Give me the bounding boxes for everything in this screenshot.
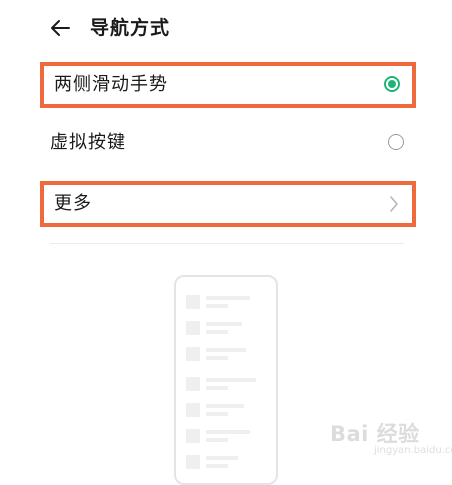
option-two-side-swipe[interactable]: 两侧滑动手势 xyxy=(40,62,416,108)
chevron-right-icon xyxy=(390,196,398,212)
header: 导航方式 xyxy=(0,0,452,56)
option-more[interactable]: 更多 xyxy=(40,181,416,227)
divider xyxy=(50,243,404,244)
option-virtual-keys[interactable]: 虚拟按键 xyxy=(40,124,416,170)
option-label: 两侧滑动手势 xyxy=(54,74,168,95)
radio-checked-icon[interactable] xyxy=(384,76,400,92)
arrow-left-icon xyxy=(51,20,70,36)
phone-preview-illustration xyxy=(174,275,278,485)
page-title: 导航方式 xyxy=(90,17,171,39)
watermark-url: jingyan.baidu.com xyxy=(374,445,452,456)
option-label: 更多 xyxy=(54,193,92,214)
watermark-logo: Bai 经验 jingyan.baidu.com xyxy=(330,418,452,458)
watermark-text: Bai 经验 xyxy=(330,422,420,446)
back-button[interactable] xyxy=(46,14,74,42)
radio-unchecked-icon[interactable] xyxy=(388,134,404,150)
option-label: 虚拟按键 xyxy=(50,132,126,153)
